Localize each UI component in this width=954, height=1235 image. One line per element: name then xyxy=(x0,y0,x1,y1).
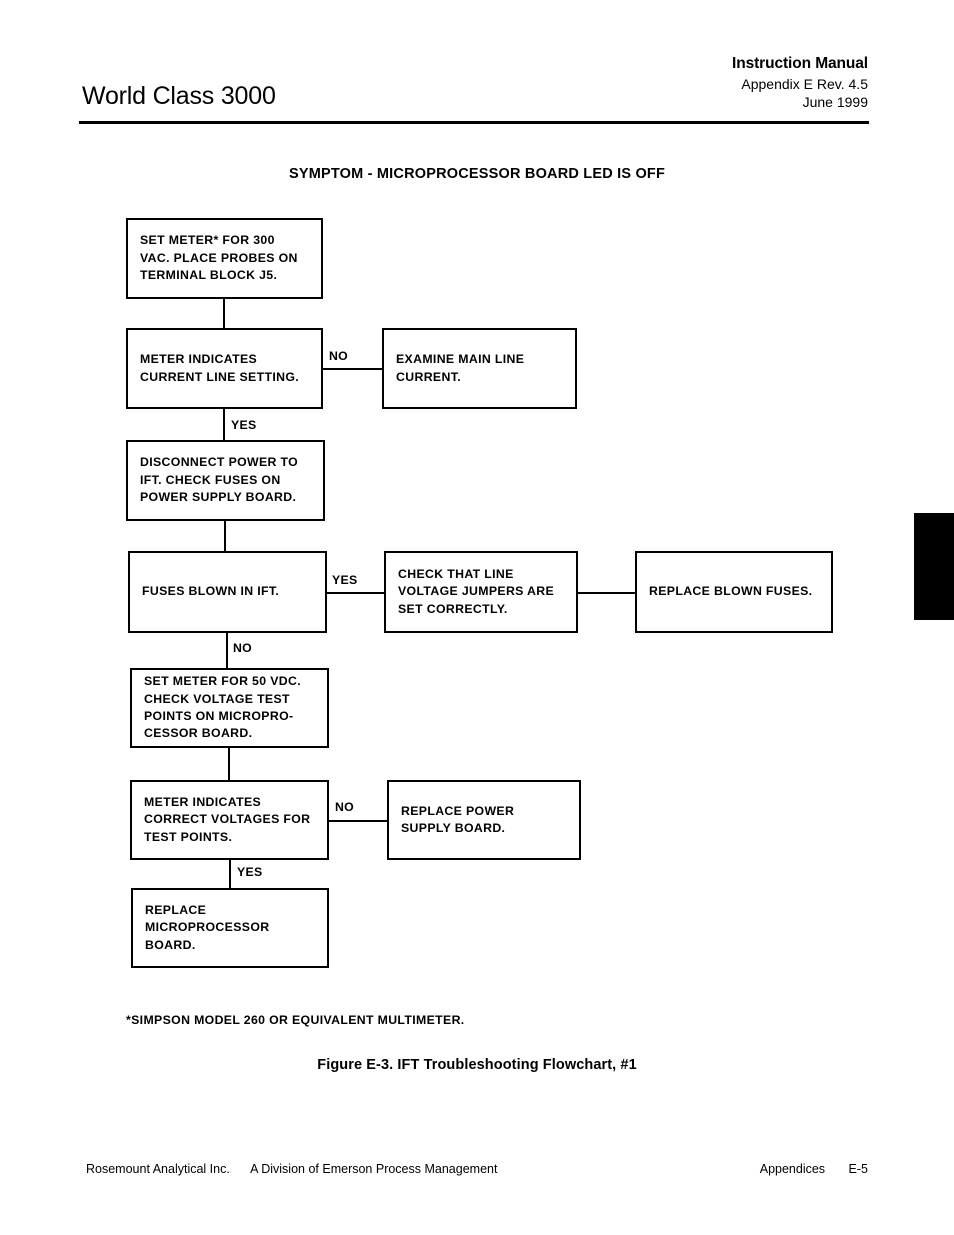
flowchart-node-check-line-voltage-jumpers: CHECK THAT LINE VOLTAGE JUMPERS ARE SET … xyxy=(384,551,578,633)
figure-footnote: *SIMPSON MODEL 260 OR EQUIVALENT MULTIME… xyxy=(126,1013,465,1027)
connector-n9-n10 xyxy=(329,820,387,822)
flowchart-node-text: FUSES BLOWN IN IFT. xyxy=(142,584,280,599)
ift-troubleshooting-flowchart: SET METER* FOR 300 VAC. PLACE PROBES ON … xyxy=(0,0,954,1235)
footer-page-block: Appendices E-5 xyxy=(760,1162,868,1176)
flowchart-node-examine-main-line-current: EXAMINE MAIN LINE CURRENT. xyxy=(382,328,577,409)
flowchart-node-text: REPLACE POWER SUPPLY BOARD. xyxy=(401,803,515,835)
connector-n5-n6 xyxy=(327,592,384,594)
connector-n5-n8 xyxy=(226,633,228,668)
page-thumb-tab-marker xyxy=(914,513,954,620)
connector-n2-n3 xyxy=(323,368,382,370)
connector-n6-n7 xyxy=(578,592,635,594)
flowchart-node-meter-indicates-line-setting: METER INDICATES CURRENT LINE SETTING. xyxy=(126,328,323,409)
flowchart-node-text: CHECK THAT LINE VOLTAGE JUMPERS ARE SET … xyxy=(398,566,555,616)
flowchart-node-set-meter-300vac: SET METER* FOR 300 VAC. PLACE PROBES ON … xyxy=(126,218,323,299)
connector-n4-n5 xyxy=(224,521,226,551)
flowchart-node-meter-indicates-correct-voltages: METER INDICATES CORRECT VOLTAGES FOR TES… xyxy=(130,780,329,860)
flowchart-node-set-meter-50vdc: SET METER FOR 50 VDC. CHECK VOLTAGE TEST… xyxy=(130,668,329,748)
figure-caption: Figure E-3. IFT Troubleshooting Flowchar… xyxy=(317,1057,637,1073)
flowchart-node-disconnect-power-check-fuses: DISCONNECT POWER TO IFT. CHECK FUSES ON … xyxy=(126,440,325,521)
footer-company-block: Rosemount Analytical Inc. A Division of … xyxy=(86,1162,497,1176)
flowchart-node-fuses-blown-in-ift: FUSES BLOWN IN IFT. xyxy=(128,551,327,633)
page-footer: Rosemount Analytical Inc. A Division of … xyxy=(0,1162,954,1184)
flowchart-node-text: EXAMINE MAIN LINE CURRENT. xyxy=(396,352,525,384)
edge-label-yes-1: YES xyxy=(231,418,257,432)
edge-label-no-3: NO xyxy=(335,800,355,814)
flowchart-node-replace-microprocessor-board: REPLACE MICROPROCESSOR BOARD. xyxy=(131,888,329,968)
connector-n8-n9 xyxy=(228,748,230,780)
edge-label-yes-3: YES xyxy=(237,865,263,879)
flowchart-node-text: SET METER* FOR 300 VAC. PLACE PROBES ON … xyxy=(140,233,298,283)
edge-label-no-1: NO xyxy=(329,349,349,363)
footer-company-name: Rosemount Analytical Inc. xyxy=(86,1162,230,1176)
footer-section-label: Appendices xyxy=(759,1162,826,1176)
flowchart-node-text: SET METER FOR 50 VDC. CHECK VOLTAGE TEST… xyxy=(144,674,301,741)
flowchart-node-replace-power-supply-board: REPLACE POWER SUPPLY BOARD. xyxy=(387,780,581,860)
edge-label-no-2: NO xyxy=(233,641,253,655)
flowchart-node-text: METER INDICATES CURRENT LINE SETTING. xyxy=(140,352,300,384)
flowchart-node-text: METER INDICATES CORRECT VOLTAGES FOR TES… xyxy=(144,794,311,844)
footer-division: A Division of Emerson Process Management xyxy=(250,1162,498,1176)
flowchart-node-replace-blown-fuses: REPLACE BLOWN FUSES. xyxy=(635,551,833,633)
edge-label-yes-2: YES xyxy=(332,573,358,587)
flowchart-node-text: DISCONNECT POWER TO IFT. CHECK FUSES ON … xyxy=(140,455,299,505)
flowchart-node-text: REPLACE BLOWN FUSES. xyxy=(649,584,813,599)
connector-n1-n2 xyxy=(223,299,225,328)
flowchart-node-text: REPLACE MICROPROCESSOR BOARD. xyxy=(145,902,270,952)
connector-n9-n11 xyxy=(229,860,231,888)
footer-page-number: E-5 xyxy=(848,1162,868,1176)
connector-n2-n4 xyxy=(223,409,225,440)
